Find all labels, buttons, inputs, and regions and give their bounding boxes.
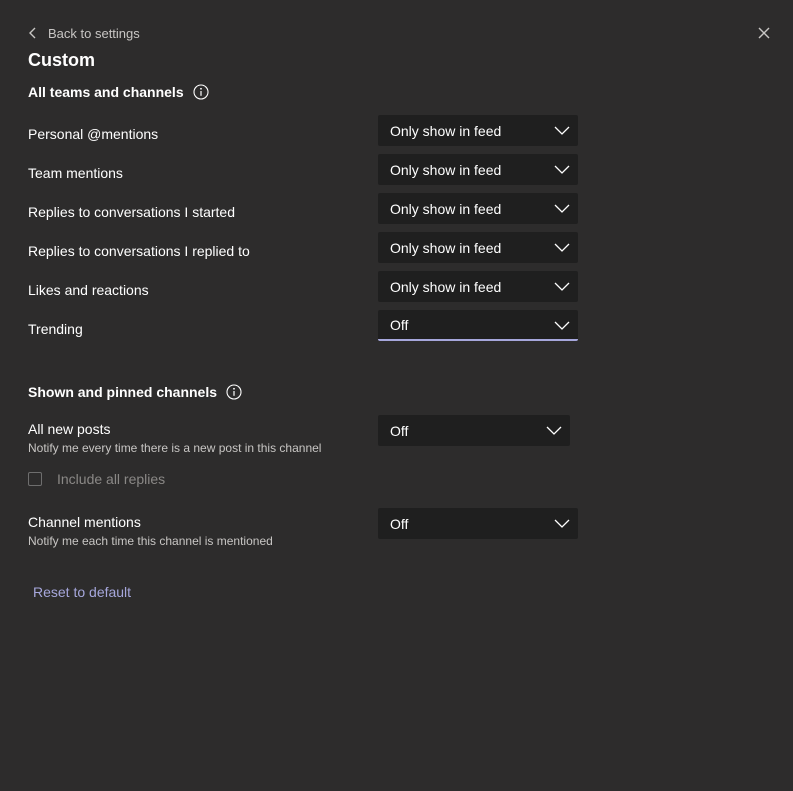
back-to-settings-link[interactable]: Back to settings bbox=[28, 24, 140, 42]
chevron-down-icon bbox=[554, 241, 570, 253]
dropdown-value: Only show in feed bbox=[390, 122, 502, 139]
chevron-down-icon bbox=[554, 517, 570, 529]
setting-label-all-new-posts: All new posts bbox=[28, 421, 111, 437]
include-all-replies-option[interactable]: Include all replies bbox=[28, 471, 165, 487]
info-icon[interactable] bbox=[193, 84, 209, 100]
dropdown-value: Only show in feed bbox=[390, 239, 502, 256]
setting-label-trending: Trending bbox=[28, 321, 83, 337]
page-title: Custom bbox=[28, 50, 95, 70]
dropdown-personal-mentions[interactable]: Only show in feed bbox=[378, 115, 578, 146]
dropdown-value: Only show in feed bbox=[390, 200, 502, 217]
section-heading-shown-pinned: Shown and pinned channels bbox=[28, 384, 242, 400]
setting-description-channel-mentions: Notify me each time this channel is ment… bbox=[28, 534, 273, 548]
info-icon[interactable] bbox=[226, 384, 242, 400]
custom-notifications-panel: Back to settings Custom All teams and ch… bbox=[0, 0, 793, 791]
include-all-replies-label: Include all replies bbox=[57, 471, 166, 487]
setting-label-replies-replied: Replies to conversations I replied to bbox=[28, 243, 250, 259]
dropdown-value: Off bbox=[390, 422, 409, 439]
section-heading-label: All teams and channels bbox=[28, 84, 184, 100]
chevron-down-icon bbox=[554, 163, 570, 175]
dropdown-all-new-posts[interactable]: Off bbox=[378, 415, 570, 446]
dropdown-replies-replied[interactable]: Only show in feed bbox=[378, 232, 578, 263]
section-heading-label: Shown and pinned channels bbox=[28, 384, 218, 400]
dropdown-channel-mentions[interactable]: Off bbox=[378, 508, 578, 539]
dropdown-trending[interactable]: Off bbox=[378, 310, 578, 341]
setting-label-team-mentions: Team mentions bbox=[28, 165, 123, 181]
setting-description-all-new-posts: Notify me every time there is a new post… bbox=[28, 441, 322, 455]
chevron-down-icon bbox=[554, 280, 570, 292]
section-heading-all-teams: All teams and channels bbox=[28, 84, 209, 100]
chevron-down-icon bbox=[554, 124, 570, 136]
dropdown-value: Off bbox=[390, 316, 409, 333]
setting-label-personal-mentions: Personal @mentions bbox=[28, 126, 159, 142]
chevron-down-icon bbox=[554, 319, 570, 331]
dropdown-value: Only show in feed bbox=[390, 278, 502, 295]
setting-label-replies-started: Replies to conversations I started bbox=[28, 204, 235, 220]
chevron-down-icon bbox=[546, 424, 562, 436]
dropdown-value: Off bbox=[390, 515, 409, 532]
chevron-down-icon bbox=[554, 202, 570, 214]
dropdown-likes-reactions[interactable]: Only show in feed bbox=[378, 271, 578, 302]
dropdown-replies-started[interactable]: Only show in feed bbox=[378, 193, 578, 224]
include-all-replies-checkbox[interactable] bbox=[28, 472, 42, 486]
setting-label-likes-reactions: Likes and reactions bbox=[28, 282, 149, 298]
close-icon bbox=[756, 27, 772, 45]
setting-label-channel-mentions: Channel mentions bbox=[28, 514, 141, 530]
reset-to-default-link[interactable]: Reset to default bbox=[33, 584, 131, 600]
chevron-left-icon bbox=[28, 26, 38, 40]
back-link-label: Back to settings bbox=[48, 25, 140, 41]
close-button[interactable] bbox=[756, 25, 772, 41]
dropdown-team-mentions[interactable]: Only show in feed bbox=[378, 154, 578, 185]
dropdown-value: Only show in feed bbox=[390, 161, 502, 178]
